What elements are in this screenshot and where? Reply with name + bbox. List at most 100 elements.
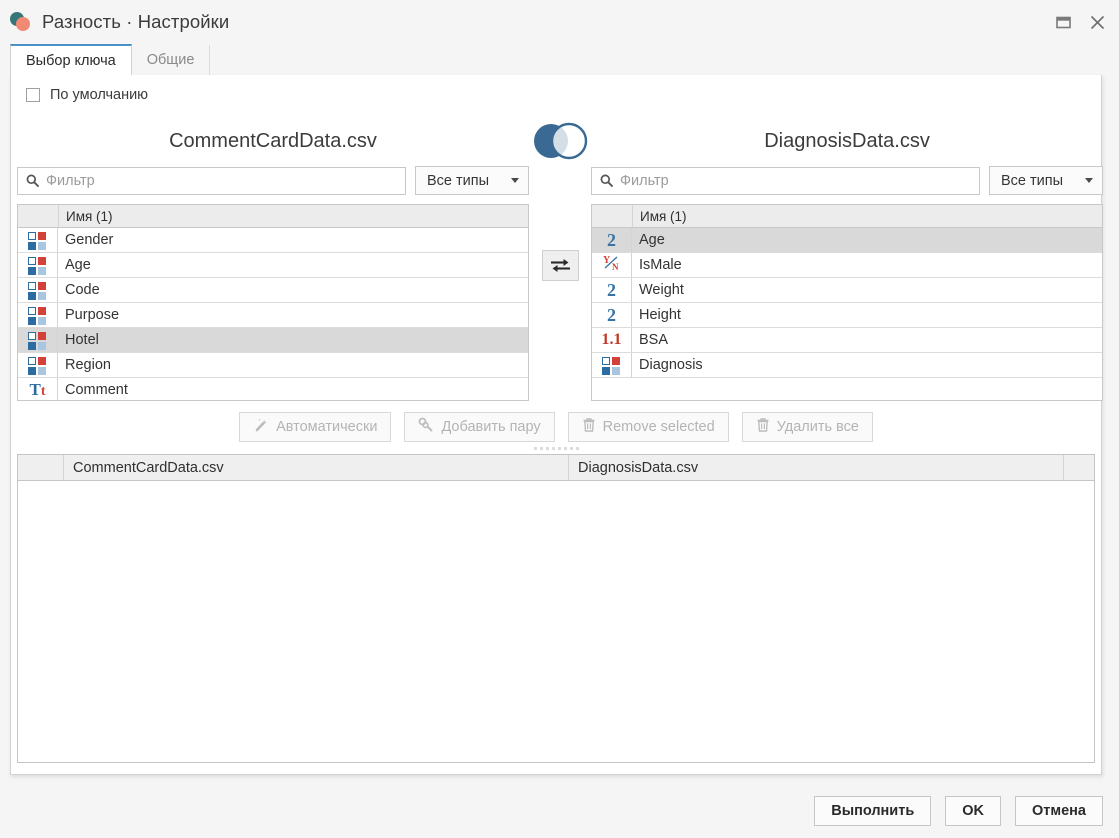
chevron-down-icon bbox=[511, 178, 519, 183]
left-item-label: Code bbox=[65, 282, 100, 298]
left-list-item[interactable]: Gender bbox=[18, 228, 528, 253]
right-item-label: Age bbox=[639, 232, 665, 248]
close-icon[interactable] bbox=[1081, 7, 1113, 37]
trash-icon bbox=[756, 417, 770, 437]
right-list-item[interactable]: Diagnosis bbox=[592, 353, 1102, 378]
pairs-col-extra bbox=[1064, 455, 1094, 480]
restore-icon[interactable] bbox=[1047, 7, 1079, 37]
default-checkbox-label: По умолчанию bbox=[50, 87, 149, 103]
left-item-type-icon: Tt bbox=[18, 378, 58, 400]
default-checkbox-row[interactable]: По умолчанию bbox=[17, 80, 1095, 110]
left-list-header-icon-col bbox=[18, 205, 59, 227]
right-list-header-name: Имя (1) bbox=[640, 208, 687, 224]
nominal-type-icon bbox=[28, 256, 47, 275]
window-title: Разность · Настройки bbox=[42, 11, 230, 32]
right-item-type-icon: YN bbox=[592, 253, 632, 277]
footer-button-1[interactable]: OK bbox=[945, 795, 1001, 826]
tab-content-panel: По умолчанию CommentCardData.csv Фильтр … bbox=[10, 75, 1103, 775]
left-type-filter-value: Все типы bbox=[427, 172, 490, 189]
pairs-table-header: CommentCardData.csv DiagnosisData.csv bbox=[18, 455, 1094, 481]
action-button-label: Remove selected bbox=[602, 419, 715, 435]
left-item-type-icon bbox=[18, 253, 58, 277]
left-item-type-icon bbox=[18, 328, 58, 352]
pair-action-buttons: Автоматически Добавить пару Remove selecte… bbox=[17, 412, 1095, 442]
boolean-type-icon: YN bbox=[602, 254, 622, 276]
right-type-filter-select[interactable]: Все типы bbox=[989, 166, 1103, 195]
left-item-type-icon bbox=[18, 278, 58, 302]
trash-icon bbox=[582, 417, 596, 437]
link-icon bbox=[418, 417, 434, 437]
left-list-item[interactable]: Region bbox=[18, 353, 528, 378]
left-item-label: Purpose bbox=[65, 307, 120, 323]
right-item-label: Weight bbox=[639, 282, 684, 298]
footer-button-0[interactable]: Выполнить bbox=[814, 795, 932, 826]
dialog-footer: Выполнить OK Отмена bbox=[0, 783, 1119, 838]
search-icon bbox=[600, 174, 613, 187]
default-checkbox[interactable] bbox=[26, 88, 40, 102]
action-button-3[interactable]: Удалить все bbox=[741, 412, 873, 442]
left-column-list[interactable]: Имя (1) Gender Age Code Purpose Hotel Region T… bbox=[17, 204, 529, 401]
left-list-item[interactable]: Purpose bbox=[18, 303, 528, 328]
footer-button-2[interactable]: Отмена bbox=[1015, 795, 1103, 826]
tab-general[interactable]: Общие bbox=[132, 45, 211, 75]
swap-button-wrap bbox=[541, 250, 579, 281]
left-column-panel: CommentCardData.csv Фильтр Все типы Имя … bbox=[17, 118, 529, 401]
svg-text:N: N bbox=[612, 262, 619, 272]
left-item-type-icon bbox=[18, 353, 58, 377]
left-type-filter-select[interactable]: Все типы bbox=[415, 166, 529, 195]
tab-key-selection[interactable]: Выбор ключа bbox=[10, 44, 132, 75]
integer-type-icon: 2 bbox=[607, 305, 616, 325]
left-filter-row: Фильтр Все типы bbox=[17, 166, 529, 195]
left-item-type-icon bbox=[18, 228, 58, 252]
right-item-type-icon: 2 bbox=[592, 278, 632, 302]
right-list-item[interactable]: 2 Age bbox=[592, 228, 1102, 253]
nominal-type-icon bbox=[28, 331, 47, 350]
pairs-col-right: DiagnosisData.csv bbox=[569, 455, 1064, 480]
action-button-2[interactable]: Remove selected bbox=[567, 412, 729, 442]
left-item-label: Hotel bbox=[65, 332, 99, 348]
left-item-label: Age bbox=[65, 257, 91, 273]
pairs-table-body[interactable] bbox=[18, 481, 1094, 762]
left-list-header-name: Имя (1) bbox=[66, 208, 113, 224]
left-list-item[interactable]: Age bbox=[18, 253, 528, 278]
right-item-label: IsMale bbox=[639, 257, 682, 273]
right-type-filter-value: Все типы bbox=[1001, 172, 1064, 189]
pairs-col-index bbox=[18, 455, 64, 480]
right-list-item[interactable]: 2 Height bbox=[592, 303, 1102, 328]
right-filter-placeholder: Фильтр bbox=[620, 172, 669, 189]
double-type-icon: 1.1 bbox=[601, 331, 622, 348]
right-file-title: DiagnosisData.csv bbox=[764, 129, 930, 152]
settings-dialog: Разность · Настройки Выбор ключа Общие П… bbox=[0, 0, 1119, 838]
swap-columns-button[interactable] bbox=[541, 250, 579, 281]
left-list-header: Имя (1) bbox=[18, 205, 528, 228]
nominal-type-icon bbox=[28, 281, 47, 300]
left-list-item[interactable]: Code bbox=[18, 278, 528, 303]
venn-difference-icon bbox=[10, 11, 32, 33]
left-list-item[interactable]: Hotel bbox=[18, 328, 528, 353]
action-button-0[interactable]: Автоматически bbox=[239, 412, 392, 442]
left-filter-placeholder: Фильтр bbox=[46, 172, 95, 189]
right-list-item[interactable]: 2 Weight bbox=[592, 278, 1102, 303]
window-controls bbox=[1047, 7, 1113, 37]
string-type-icon: Tt bbox=[29, 380, 46, 399]
left-item-label: Region bbox=[65, 357, 111, 373]
right-column-panel: DiagnosisData.csv Фильтр Все типы Имя (1… bbox=[591, 118, 1103, 401]
integer-type-icon: 2 bbox=[607, 230, 616, 250]
right-item-type-icon bbox=[592, 353, 632, 377]
action-button-1[interactable]: Добавить пару bbox=[404, 412, 555, 442]
nominal-type-icon bbox=[28, 231, 47, 250]
right-item-type-icon: 1.1 bbox=[592, 328, 632, 352]
center-panel bbox=[529, 118, 591, 281]
right-list-item[interactable]: Y N IsMale bbox=[592, 253, 1102, 278]
magic-wand-icon bbox=[253, 417, 269, 437]
right-list-item[interactable]: 1.1 BSA bbox=[592, 328, 1102, 353]
left-list-item[interactable]: Tt Comment bbox=[18, 378, 528, 400]
right-item-label: BSA bbox=[639, 332, 669, 348]
left-item-label: Gender bbox=[65, 232, 114, 248]
panel-splitter-handle[interactable] bbox=[17, 444, 1095, 452]
chevron-down-icon bbox=[1085, 178, 1093, 183]
right-column-list[interactable]: Имя (1) 2 Age Y N IsMale 2 Weight 2 Height 1.1 BSA… bbox=[591, 204, 1103, 401]
left-filter-input[interactable]: Фильтр bbox=[17, 166, 406, 195]
right-item-type-icon: 2 bbox=[592, 303, 632, 327]
right-filter-input[interactable]: Фильтр bbox=[591, 166, 980, 195]
